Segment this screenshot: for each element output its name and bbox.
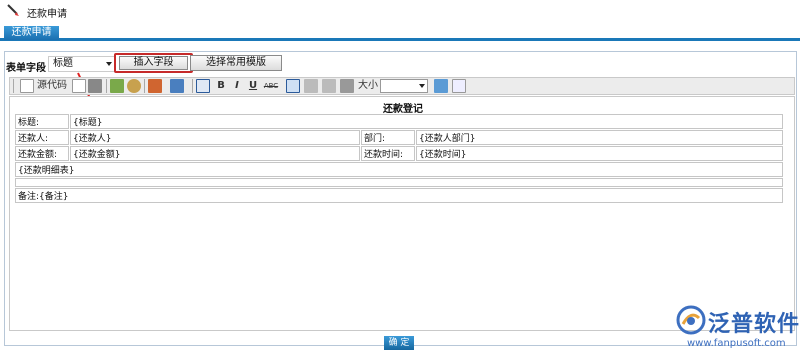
remark-field: 备注:{备注} [15,188,783,203]
select-template-button[interactable]: 选择常用模版 [190,55,282,71]
table-row [15,178,783,187]
source-button[interactable]: 源代码 [35,79,69,93]
editor-toolbar: 源代码 B I U ABC 大小 [9,77,795,95]
editor-area[interactable]: 还款登记 标题: {标题} 还款人: {还款人} 部门: {还款人部门} 还款金… [9,96,795,331]
watermark-brand: 泛普软件 [708,312,800,337]
italic-button[interactable]: I [230,79,244,93]
flash-icon[interactable] [127,79,141,93]
underline-button[interactable]: U [246,79,260,93]
chevron-down-icon [106,62,112,66]
confirm-button[interactable]: 确 定 [384,336,414,350]
align-right-icon[interactable] [322,79,336,93]
window-title: 还款申请 [27,9,67,20]
tab-strip: 还款申请 [0,24,800,41]
title-value: {标题} [70,114,783,129]
fanpu-logo-icon [676,305,706,335]
department-label: 部门: [361,130,415,145]
font-size-label: 大小 [358,80,378,91]
pencil-icon [7,4,19,16]
toolbar-separator [106,79,107,93]
table-row: 标题: {标题} [15,114,783,129]
table-row: 还款金额: {还款金额} 还款时间: {还款时间} [15,146,783,161]
watermark-url: www.fanpusoft.com [687,338,786,349]
repay-time-value: {还款时间} [416,146,783,161]
font-size-select[interactable] [380,79,428,93]
tab-repayment-request[interactable]: 还款申请 [4,26,59,40]
maximize-icon[interactable] [434,79,448,93]
document-table: 标题: {标题} 还款人: {还款人} 部门: {还款人部门} 还款金额: {还… [14,113,784,204]
chevron-down-icon [419,84,425,88]
amount-label: 还款金额: [15,146,69,161]
table-row: 备注:{备注} [15,188,783,203]
table-row: {还款明细表} [15,162,783,177]
title-label: 标题: [15,114,69,129]
print-icon[interactable] [88,79,102,93]
strikethrough-button[interactable]: ABC [262,79,280,93]
toolbar-separator [192,79,193,93]
preview-icon[interactable] [452,79,466,93]
image-icon[interactable] [110,79,124,93]
align-justify-icon[interactable] [340,79,354,93]
department-value: {还款人部门} [416,130,783,145]
align-left-icon[interactable] [286,79,300,93]
form-field-label: 表单字段 [6,63,46,74]
title-bar: 还款申请 [0,0,800,22]
table-icon[interactable] [196,79,210,93]
empty-row [15,178,783,187]
repay-time-label: 还款时间: [361,146,415,161]
repayer-value: {还款人} [70,130,360,145]
align-center-icon[interactable] [304,79,318,93]
bold-button[interactable]: B [214,79,228,93]
detail-table-field: {还款明细表} [15,162,783,177]
toolbar-separator [144,79,145,93]
watermark: 泛普软件 www.fanpusoft.com [675,304,799,350]
background-color-icon[interactable] [170,79,184,93]
insert-field-highlight: 插入字段 [114,53,193,73]
amount-value: {还款金额} [70,146,360,161]
source-icon[interactable] [20,79,34,93]
repayer-label: 还款人: [15,130,69,145]
form-field-selected: 标题 [53,58,73,69]
toolbar-separator [13,79,14,93]
table-row: 还款人: {还款人} 部门: {还款人部门} [15,130,783,145]
text-color-icon[interactable] [148,79,162,93]
new-page-icon[interactable] [72,79,86,93]
insert-field-button[interactable]: 插入字段 [119,56,188,70]
